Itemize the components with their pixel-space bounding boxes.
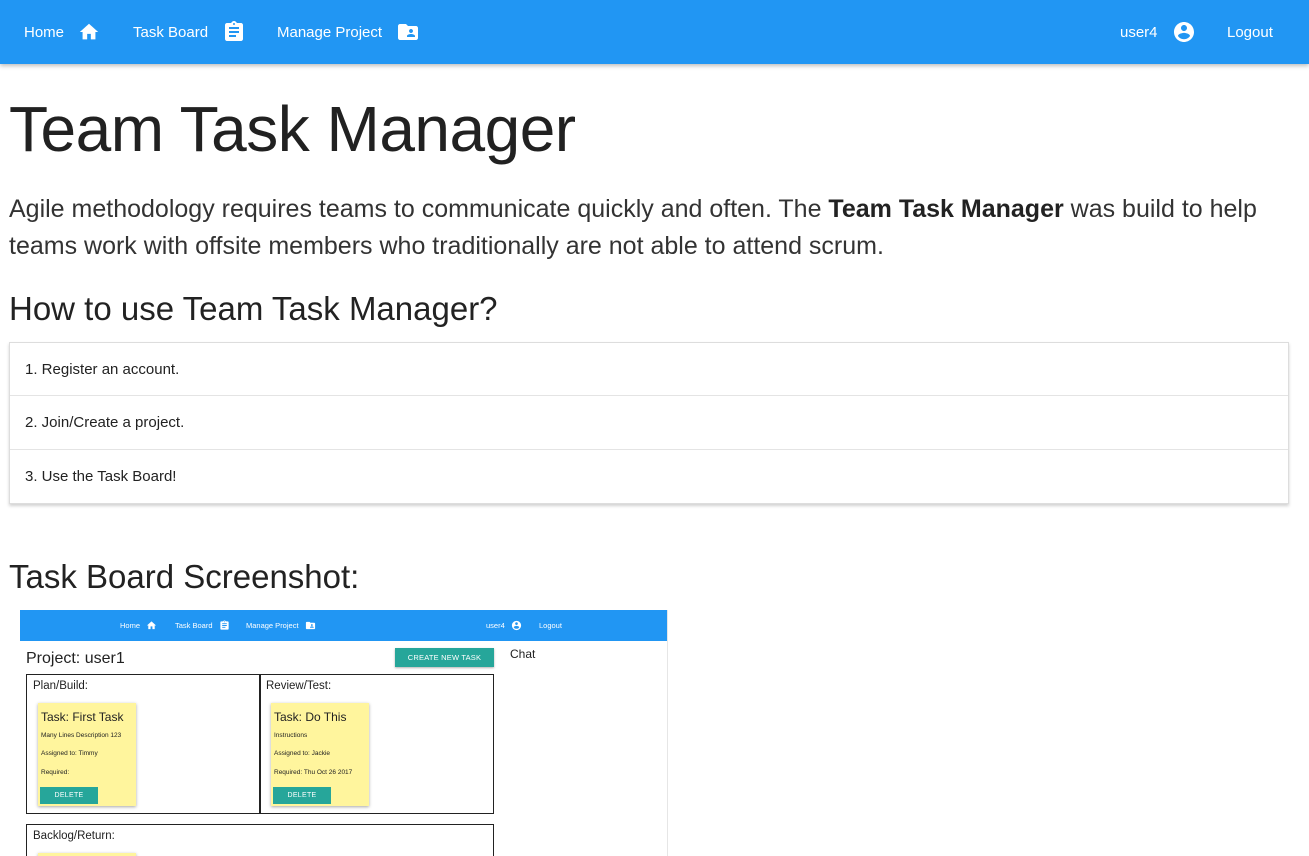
- screenshot-nav-task-board: Task Board: [175, 610, 230, 641]
- step-item: 3. Use the Task Board!: [25, 467, 177, 485]
- account-circle-icon: [1173, 22, 1194, 42]
- nav-task-board-link[interactable]: Task Board: [133, 0, 246, 64]
- intro-paragraph: Agile methodology requires teams to comm…: [9, 191, 1289, 265]
- screenshot-nav-user: user4: [486, 610, 522, 641]
- nav-logout-link[interactable]: Logout: [1227, 0, 1273, 64]
- screenshot-chat-label: Chat: [510, 647, 536, 661]
- task-card-delete-button: DELETE: [273, 787, 331, 804]
- nav-home-label: Home: [24, 23, 65, 41]
- screenshot-nav-home-label: Home: [120, 621, 141, 630]
- lane-title: Backlog/Return:: [33, 830, 115, 842]
- task-card-title: Task: First Task: [41, 710, 124, 724]
- task-card: Task: Do This Instructions Assigned to: …: [271, 703, 369, 806]
- nav-manage-project-label: Manage Project: [277, 23, 383, 41]
- nav-logout-label: Logout: [1227, 23, 1273, 41]
- nav-manage-project-link[interactable]: Manage Project: [277, 0, 420, 64]
- task-card-assigned: Assigned to: Jackie: [274, 750, 331, 757]
- lane-title: Plan/Build:: [33, 680, 88, 692]
- screenshot-heading: Task Board Screenshot:: [9, 558, 360, 595]
- nav-home-link[interactable]: Home: [24, 0, 100, 64]
- screenshot-lane-backlog-return: Backlog/Return:: [26, 824, 494, 856]
- folder-account-icon: [398, 24, 419, 40]
- nav-task-board-label: Task Board: [133, 23, 209, 41]
- page-title: Team Task Manager: [9, 93, 576, 165]
- screenshot-nav-manage-project-label: Manage Project: [246, 621, 299, 630]
- screenshot-create-task-button: CREATE NEW TASK: [395, 648, 494, 667]
- intro-text-bold: Team Task Manager: [828, 195, 1064, 223]
- task-card-delete-button: DELETE: [40, 787, 98, 804]
- screenshot-nav-logout: Logout: [539, 610, 562, 641]
- step-item: 1. Register an account.: [10, 343, 1288, 397]
- screenshot-nav-logout-label: Logout: [539, 621, 562, 630]
- clipboard-icon: [219, 620, 229, 630]
- task-card-description: Instructions: [274, 732, 308, 739]
- screenshot-nav-home: Home: [120, 610, 157, 641]
- screenshot-navbar: Home Task Board Manage Project user4 Log…: [20, 610, 667, 641]
- clipboard-icon: [225, 21, 244, 41]
- steps-list: 1. Register an account. 2. Join/Create a…: [9, 342, 1289, 504]
- task-card-required: Required:: [41, 769, 70, 776]
- home-icon: [79, 23, 99, 40]
- task-card-title: Task: Do This: [274, 710, 347, 724]
- how-to-heading: How to use Team Task Manager?: [9, 290, 498, 327]
- screenshot-nav-task-board-label: Task Board: [175, 621, 213, 630]
- top-navbar: Home Task Board Manage Project user4 Log…: [0, 0, 1309, 64]
- screenshot-project-title: Project: user1: [26, 650, 125, 667]
- home-icon: [146, 621, 157, 630]
- screenshot-nav-manage-project: Manage Project: [246, 610, 316, 641]
- task-card-description: Many Lines Description 123: [41, 732, 122, 739]
- step-item: 2. Join/Create a project.: [10, 396, 1288, 450]
- task-board-screenshot: Home Task Board Manage Project user4 Log…: [20, 610, 668, 856]
- nav-user-link[interactable]: user4: [1120, 0, 1196, 64]
- lane-title: Review/Test:: [266, 680, 332, 692]
- task-card: Task: First Task Many Lines Description …: [38, 703, 136, 806]
- intro-text-before: Agile methodology requires teams to comm…: [9, 195, 829, 223]
- screenshot-lane-review-test: Review/Test: Task: Do This Instructions …: [259, 674, 494, 814]
- task-card-assigned: Assigned to: Timmy: [41, 750, 98, 757]
- screenshot-nav-username: user4: [486, 621, 505, 630]
- screenshot-lane-plan-build: Plan/Build: Task: First Task Many Lines …: [26, 674, 261, 814]
- folder-account-icon: [305, 621, 315, 630]
- task-card-required: Required: Thu Oct 26 2017: [274, 769, 353, 776]
- nav-username: user4: [1120, 23, 1158, 41]
- account-circle-icon: [511, 620, 521, 631]
